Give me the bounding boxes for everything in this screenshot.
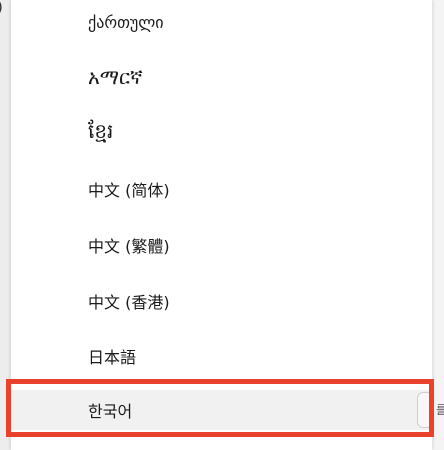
language-option-chinese-hongkong[interactable]: 中文 (香港) bbox=[11, 281, 432, 321]
language-option-label: ខ្មែរ bbox=[88, 119, 114, 143]
language-option-label: 中文 (简体) bbox=[88, 181, 170, 200]
language-menu-screen: ) ქართული አማርኛ ខ្មែរ 中文 (简体) 中文 (繁體) 中文 … bbox=[0, 0, 444, 450]
language-option-label: ქართული bbox=[88, 12, 164, 32]
language-option-korean[interactable]: 한국어 bbox=[11, 390, 432, 430]
language-option-label: አማርኛ bbox=[88, 65, 143, 89]
language-option-label: 中文 (香港) bbox=[88, 293, 170, 312]
language-option-label: 日本語 bbox=[88, 348, 137, 367]
scrollbar-thumb[interactable] bbox=[417, 392, 433, 428]
right-edge-text: 를 bbox=[436, 403, 444, 417]
language-option-amharic[interactable]: አማርኛ bbox=[11, 57, 432, 97]
language-option-japanese[interactable]: 日本語 bbox=[11, 336, 432, 376]
language-dropdown-list[interactable]: ქართული አማርኛ ខ្មែរ 中文 (简体) 中文 (繁體) 中文 (香… bbox=[11, 0, 432, 450]
language-option-label: 한국어 bbox=[88, 402, 133, 421]
background-panel bbox=[432, 0, 444, 450]
language-option-khmer[interactable]: ខ្មែរ bbox=[11, 113, 432, 153]
language-option-chinese-traditional[interactable]: 中文 (繁體) bbox=[11, 225, 432, 265]
language-option-georgian[interactable]: ქართული bbox=[11, 2, 432, 42]
left-edge-text: ) bbox=[0, 0, 3, 16]
language-option-label: 中文 (繁體) bbox=[88, 237, 170, 256]
language-option-chinese-simplified[interactable]: 中文 (简体) bbox=[11, 169, 432, 209]
